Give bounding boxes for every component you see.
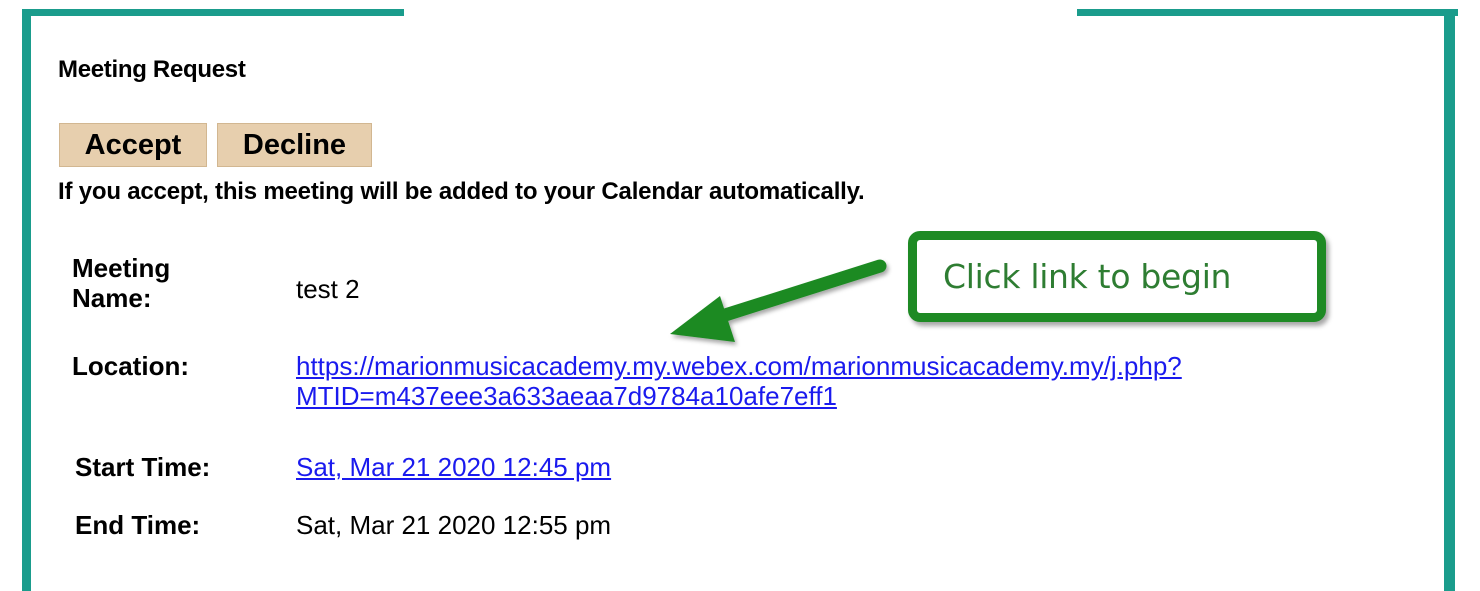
frame-top-left <box>22 9 404 16</box>
location-link[interactable]: https://marionmusicacademy.my.webex.com/… <box>296 351 1182 411</box>
accept-button[interactable]: Accept <box>59 123 207 167</box>
location-link-line1[interactable]: https://marionmusicacademy.my.webex.com/… <box>296 351 1182 381</box>
decline-button[interactable]: Decline <box>217 123 372 167</box>
location-link-line2[interactable]: MTID=m437eee3a633aeaa7d9784a10afe7eff1 <box>296 381 1182 411</box>
end-time-label: End Time: <box>75 510 201 540</box>
meeting-request-heading: Meeting Request <box>58 56 246 83</box>
frame-left <box>22 9 31 591</box>
start-time-link[interactable]: Sat, Mar 21 2020 12:45 pm <box>296 452 611 482</box>
end-time-value: Sat, Mar 21 2020 12:55 pm <box>296 510 612 540</box>
callout-text: Click link to begin <box>943 257 1232 296</box>
click-link-callout: Click link to begin <box>908 231 1326 322</box>
calendar-note: If you accept, this meeting will be adde… <box>58 178 865 205</box>
start-time-label: Start Time: <box>75 452 211 482</box>
frame-right <box>1444 9 1455 591</box>
frame-top-right <box>1077 9 1458 16</box>
meeting-name-label: Meeting Name: <box>72 253 170 313</box>
location-label: Location: <box>72 351 189 381</box>
meeting-name-label-line1: Meeting <box>72 253 171 283</box>
meeting-name-value: test 2 <box>296 274 360 304</box>
meeting-name-label-line2: Name: <box>72 283 152 313</box>
